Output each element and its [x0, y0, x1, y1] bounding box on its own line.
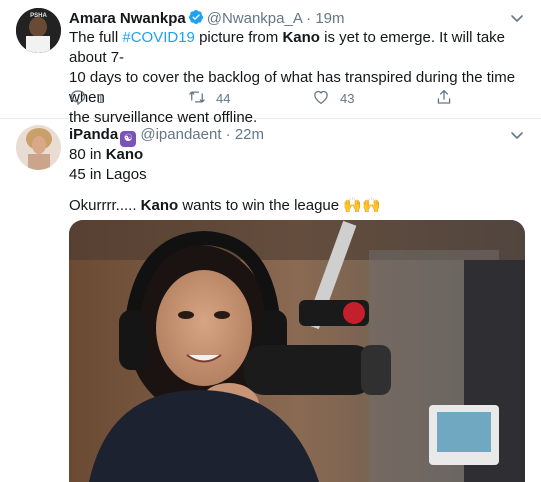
text-segment: The full	[69, 29, 123, 46]
like-icon	[312, 88, 340, 109]
bold-keyword: Kano	[282, 29, 320, 46]
avatar[interactable]: PSHA	[16, 8, 61, 53]
author-handle[interactable]: @ipandaent	[140, 126, 221, 143]
caret-down-icon[interactable]	[509, 10, 525, 26]
like-button[interactable]: 43	[312, 88, 354, 109]
separator-dot: ·	[225, 126, 231, 143]
reply-button[interactable]: 1	[69, 88, 104, 109]
bold-keyword: Kano	[105, 146, 144, 163]
tweet-time[interactable]: 22m	[235, 126, 264, 143]
text-segment: 80 in	[69, 146, 106, 163]
tweet-header: Amara Nwankpa @Nwankpa_A · 19m	[69, 9, 345, 29]
caret-down-icon[interactable]	[509, 127, 525, 143]
share-button[interactable]	[435, 88, 463, 109]
text-segment: wants to win the league	[178, 197, 344, 214]
tweet-media-image[interactable]	[69, 220, 525, 482]
reply-count: 1	[97, 91, 105, 106]
tweet-text-line: 80 in Kano	[69, 145, 143, 165]
avatar-logo-text: PSHA	[30, 13, 47, 19]
tweet-text-line: 45 in Lagos	[69, 166, 147, 183]
raised-hands-emoji: 🙌🙌	[343, 197, 381, 214]
author-handle[interactable]: @Nwankpa_A	[207, 10, 302, 27]
tweet-text-line: Okurrrr..... Kano wants to win the leagu…	[69, 196, 381, 216]
retweet-count: 44	[216, 91, 231, 106]
tweet-actions: 1 44 43	[69, 88, 469, 108]
tweet-header: iPanda ☯ @ipandaent · 22m	[69, 126, 264, 147]
bold-keyword: Kano	[140, 197, 179, 214]
retweet-icon	[188, 88, 216, 109]
avatar[interactable]	[16, 125, 61, 170]
verified-badge-icon	[188, 9, 204, 29]
tweet-text: The full #COVID19 picture from Kano is y…	[69, 28, 524, 128]
text-segment: Okurrrr.....	[69, 197, 141, 214]
separator-dot: ·	[306, 10, 312, 27]
author-name[interactable]: iPanda	[69, 126, 118, 143]
tweet-1[interactable]: PSHA Amara Nwankpa @Nwankpa_A · 19m The f…	[0, 0, 541, 126]
retweet-button[interactable]: 44	[188, 88, 230, 109]
like-count: 43	[340, 91, 355, 106]
hashtag-link[interactable]: #COVID19	[122, 29, 195, 46]
text-segment: picture from	[194, 29, 283, 46]
reply-icon	[69, 88, 97, 109]
author-name[interactable]: Amara Nwankpa	[69, 10, 186, 27]
share-icon	[435, 88, 463, 109]
tweet-time[interactable]: 19m	[315, 10, 344, 27]
